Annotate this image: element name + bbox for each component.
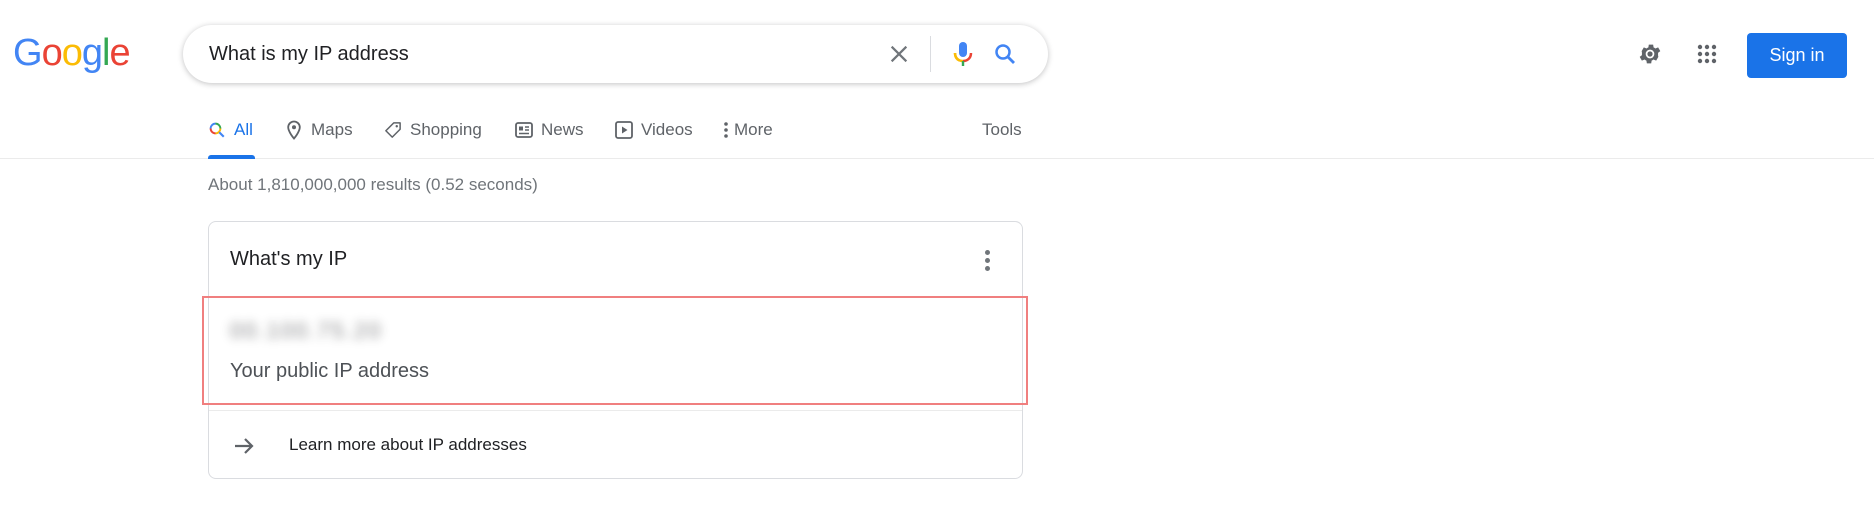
arrow-right-icon — [231, 433, 257, 459]
tab-news[interactable]: News — [515, 120, 584, 159]
learn-more-link[interactable]: Learn more about IP addresses — [209, 411, 1022, 479]
logo-letter: G — [13, 32, 43, 74]
tab-shopping[interactable]: Shopping — [384, 120, 482, 159]
card-divider — [209, 296, 1022, 297]
card-title: What's my IP — [230, 248, 348, 270]
ip-address-value: 00.100.75.20 — [230, 318, 383, 343]
tab-label: More — [734, 120, 773, 139]
tools-button[interactable]: Tools — [982, 120, 1022, 140]
gear-icon — [1639, 44, 1661, 64]
voice-search-button[interactable] — [945, 36, 981, 72]
search-box-separator — [930, 36, 931, 72]
logo-letter: g — [81, 32, 103, 74]
search-icon — [995, 44, 1015, 64]
search-button[interactable] — [987, 36, 1023, 72]
google-apps-button[interactable] — [1691, 38, 1723, 70]
ip-address-label: Your public IP address — [230, 360, 430, 382]
google-logo[interactable]: Google — [13, 32, 131, 74]
tab-label: Shopping — [410, 120, 482, 139]
tab-videos[interactable]: Videos — [615, 120, 693, 159]
settings-button[interactable] — [1634, 38, 1666, 70]
tab-all[interactable]: All — [208, 120, 255, 159]
apps-grid-icon — [1697, 44, 1717, 64]
microphone-icon — [953, 42, 973, 66]
logo-letter: l — [101, 32, 111, 74]
tab-label: All — [234, 120, 253, 139]
more-vertical-icon — [984, 249, 990, 271]
logo-letter: o — [41, 32, 63, 74]
newspaper-icon — [515, 121, 533, 139]
card-menu-button[interactable] — [975, 246, 999, 274]
more-vertical-icon — [722, 121, 730, 139]
close-icon — [890, 45, 908, 63]
tab-maps[interactable]: Maps — [285, 120, 353, 159]
learn-more-text: Learn more about IP addresses — [289, 435, 527, 454]
search-box — [183, 25, 1048, 83]
tab-label: Maps — [311, 120, 353, 139]
tab-label: News — [541, 120, 584, 139]
logo-letter: e — [109, 32, 130, 74]
ip-answer-card: What's my IP 00.100.75.20 Your public IP… — [208, 221, 1023, 479]
tab-more[interactable]: More — [722, 120, 773, 159]
sign-in-button[interactable]: Sign in — [1747, 33, 1847, 78]
search-input[interactable] — [209, 25, 849, 83]
clear-search-button[interactable] — [883, 38, 915, 70]
result-stats: About 1,810,000,000 results (0.52 second… — [208, 175, 538, 194]
map-pin-icon — [285, 120, 303, 140]
logo-letter: o — [61, 32, 83, 74]
tag-icon — [384, 121, 402, 139]
search-tabs: All Maps Shopping News Videos More Tools — [0, 110, 1874, 159]
search-icon — [208, 121, 226, 139]
tab-label: Videos — [641, 120, 693, 139]
play-icon — [615, 121, 633, 139]
